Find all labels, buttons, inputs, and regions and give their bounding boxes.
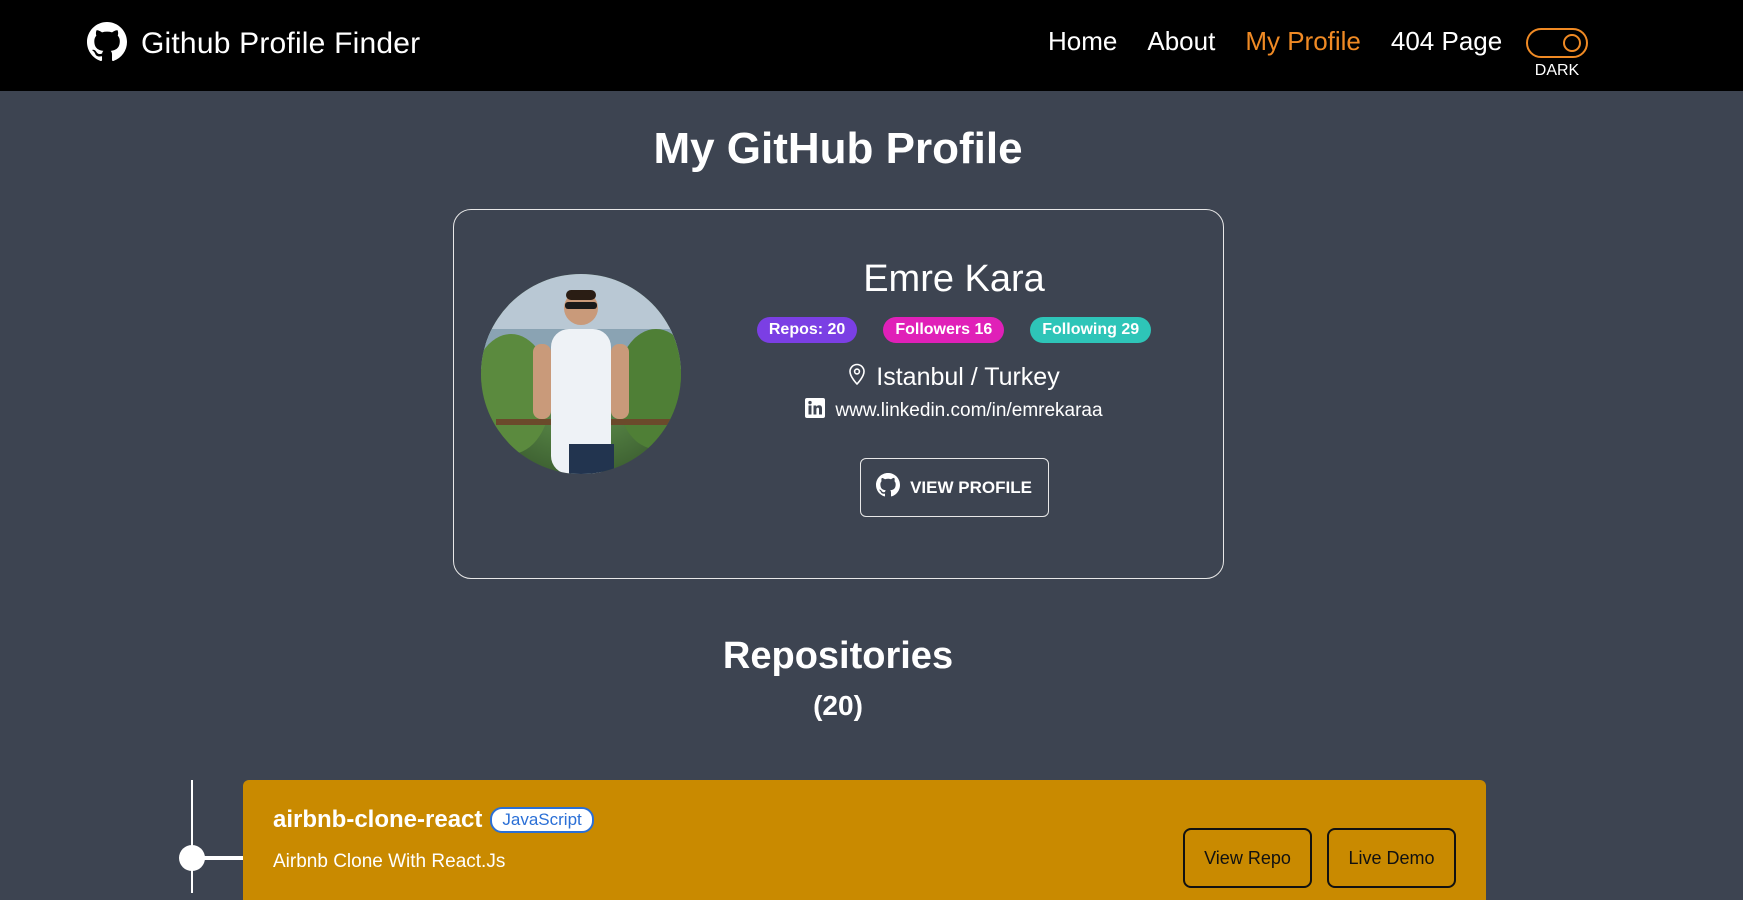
brand[interactable]: Github Profile Finder	[87, 21, 421, 67]
language-badge: JavaScript	[490, 807, 594, 833]
avatar	[481, 274, 681, 474]
toggle-knob	[1563, 34, 1581, 52]
repo-description: Airbnb Clone With React.Js	[273, 851, 506, 872]
view-profile-label: VIEW PROFILE	[910, 477, 1032, 497]
theme-toggle-wrapper: DARK	[1526, 28, 1588, 80]
repositories-title: Repositories	[722, 635, 954, 677]
page-title: My GitHub Profile	[653, 124, 1023, 173]
github-logo-icon	[87, 21, 127, 67]
profile-info: Emre Kara Repos: 20 Followers 16 Followi…	[714, 258, 1194, 517]
linkedin-link[interactable]: www.linkedin.com/in/emrekaraa	[835, 400, 1102, 422]
live-demo-button[interactable]: Live Demo	[1327, 828, 1456, 888]
location-pin-icon	[848, 363, 866, 392]
theme-toggle-label: DARK	[1534, 62, 1580, 79]
repo-header: airbnb-clone-react JavaScript	[273, 806, 594, 834]
following-badge: Following 29	[1030, 317, 1152, 343]
repos-badge: Repos: 20	[756, 317, 858, 343]
timeline-line	[191, 780, 193, 893]
github-icon	[876, 473, 901, 502]
linkedin-row[interactable]: www.linkedin.com/in/emrekaraa	[714, 398, 1194, 424]
timeline-connector	[200, 856, 243, 860]
nav-link-my-profile[interactable]: My Profile	[1245, 26, 1361, 57]
profile-badges: Repos: 20 Followers 16 Following 29	[714, 317, 1194, 343]
nav-links: Home About My Profile 404 Page	[1048, 26, 1502, 57]
profile-card: Emre Kara Repos: 20 Followers 16 Followi…	[453, 209, 1224, 579]
location-row: Istanbul / Turkey	[714, 363, 1194, 392]
followers-badge: Followers 16	[883, 317, 1005, 343]
repositories-count: (20)	[813, 690, 863, 721]
repo-name[interactable]: airbnb-clone-react	[273, 806, 482, 834]
view-repo-button[interactable]: View Repo	[1183, 828, 1312, 888]
nav-link-home[interactable]: Home	[1048, 26, 1117, 57]
theme-toggle[interactable]	[1526, 28, 1588, 58]
repo-card: airbnb-clone-react JavaScript Airbnb Clo…	[243, 780, 1486, 900]
nav-link-about[interactable]: About	[1147, 26, 1215, 57]
linkedin-icon	[805, 398, 826, 424]
brand-title: Github Profile Finder	[141, 27, 421, 60]
navbar: Github Profile Finder Home About My Prof…	[0, 0, 1743, 91]
location-text: Istanbul / Turkey	[876, 363, 1060, 391]
profile-name: Emre Kara	[863, 258, 1045, 300]
view-profile-button[interactable]: VIEW PROFILE	[859, 458, 1049, 517]
nav-link-404-page[interactable]: 404 Page	[1391, 26, 1502, 57]
